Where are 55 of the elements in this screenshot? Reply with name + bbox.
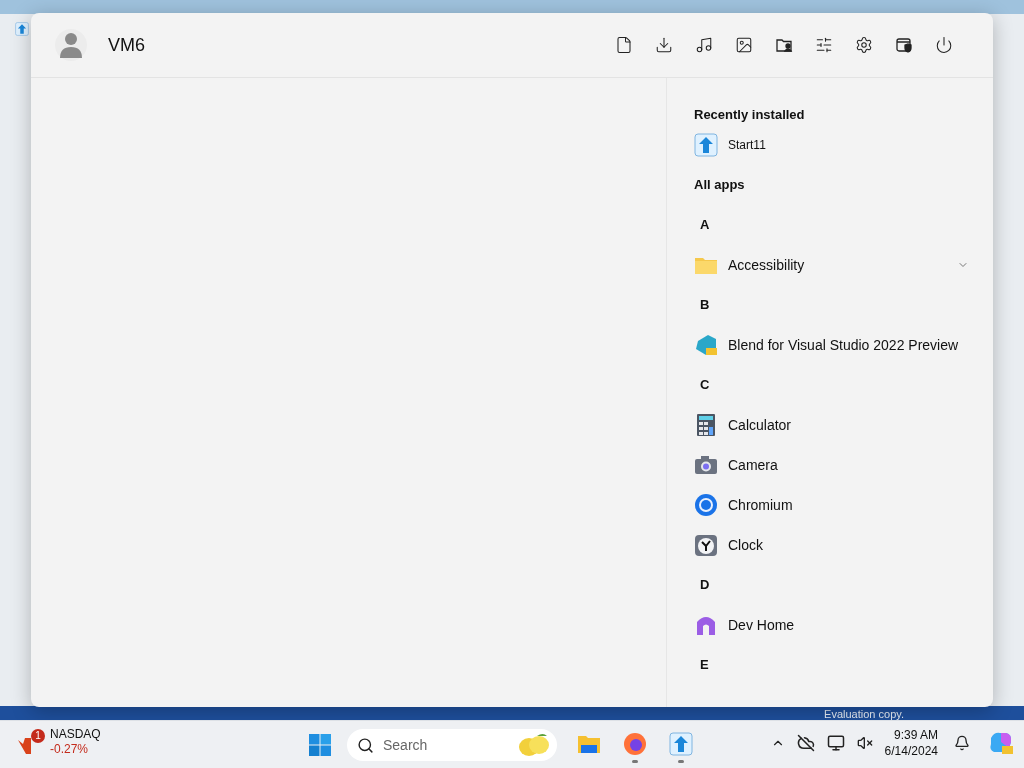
folder-icon — [577, 733, 601, 754]
letter-header[interactable]: A — [694, 205, 969, 245]
clock-time[interactable]: 9:39 AM — [893, 727, 938, 743]
app-item[interactable]: Start11 — [694, 125, 969, 165]
person-icon — [59, 31, 83, 59]
monitor-icon[interactable] — [826, 734, 845, 752]
document-icon[interactable] — [615, 36, 633, 54]
sliders-icon[interactable] — [815, 36, 833, 54]
app-item[interactable]: Dev Home — [694, 605, 969, 645]
music-icon[interactable] — [695, 36, 713, 54]
shield-window-icon[interactable] — [895, 36, 913, 54]
settings-icon[interactable] — [855, 36, 873, 54]
search-field[interactable]: Search — [347, 729, 557, 761]
power-icon[interactable] — [935, 36, 953, 54]
speaker-muted-icon[interactable] — [856, 735, 873, 751]
lemon-icon — [517, 732, 551, 758]
app-item[interactable]: Calculator — [694, 405, 969, 445]
camera-icon — [694, 455, 718, 475]
letter-header[interactable]: B — [694, 285, 969, 325]
app-item[interactable]: Chromium — [694, 485, 969, 525]
search-icon — [357, 736, 374, 754]
cloud-off-icon[interactable] — [796, 734, 815, 752]
evaluation-watermark: Evaluation copy. — [824, 708, 904, 720]
clock-icon — [694, 533, 718, 557]
arrow-app-icon — [694, 133, 718, 157]
app-item[interactable]: Camera — [694, 445, 969, 485]
calculator-icon — [696, 413, 716, 437]
copilot-icon[interactable] — [988, 730, 1014, 756]
arrow-app-icon — [669, 731, 693, 756]
section-heading: All apps — [694, 176, 746, 194]
letter-header[interactable]: C — [694, 365, 969, 405]
user-folder-icon[interactable] — [775, 36, 793, 54]
image-icon[interactable] — [735, 36, 753, 54]
widget-change: -0.27% — [50, 742, 90, 757]
app-item[interactable]: Clock — [694, 525, 969, 565]
taskbar-app[interactable] — [668, 729, 694, 765]
user-avatar[interactable] — [55, 29, 87, 61]
dev-home-icon — [696, 614, 716, 636]
widget-title[interactable]: NASDAQ — [50, 727, 101, 742]
notification-badge: 1 — [31, 729, 45, 743]
chromium-icon — [694, 493, 718, 517]
folder-icon — [694, 255, 718, 275]
firefox-icon — [623, 731, 647, 756]
letter-header[interactable]: E — [694, 645, 969, 685]
app-item[interactable]: Blend for Visual Studio 2022 Preview — [694, 325, 969, 365]
letter-header[interactable]: D — [694, 565, 969, 605]
arrow-app-icon — [15, 22, 29, 36]
section-heading: Recently installed — [694, 106, 806, 124]
folder-item[interactable]: Accessibility — [694, 245, 969, 285]
bell-icon[interactable] — [954, 735, 970, 751]
clock-date[interactable]: 6/14/2024 — [884, 743, 938, 759]
download-icon[interactable] — [655, 36, 673, 54]
user-name[interactable]: VM6 — [108, 31, 145, 59]
blend-app-icon — [694, 333, 718, 357]
windows-logo-icon[interactable] — [308, 733, 332, 757]
